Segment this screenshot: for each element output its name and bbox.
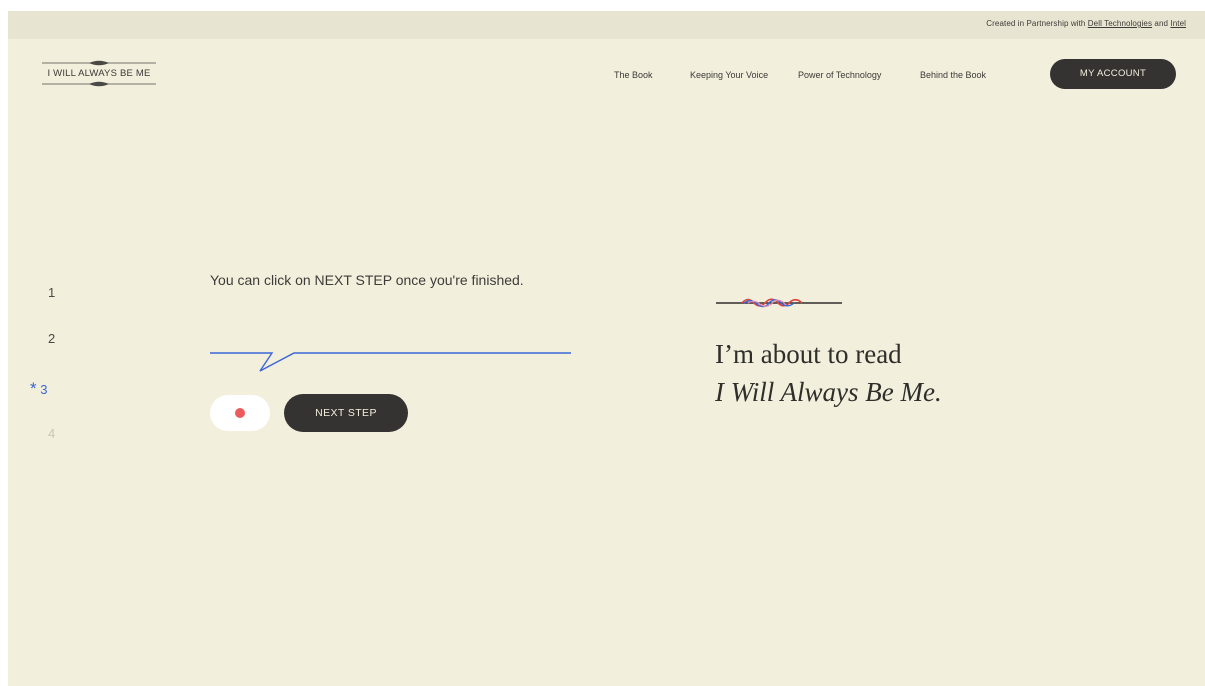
partner-conjunction: and xyxy=(1154,19,1169,28)
book-title: I Will Always Be Me. xyxy=(715,377,942,407)
partner-bar: Created in Partnership with Dell Technol… xyxy=(8,11,1205,39)
nav-power-of-technology[interactable]: Power of Technology xyxy=(798,70,881,80)
record-dot-icon xyxy=(235,408,245,418)
nav-the-book[interactable]: The Book xyxy=(614,70,653,80)
intel-link[interactable]: Intel xyxy=(1170,19,1186,28)
step-4: 4 xyxy=(48,426,56,441)
dell-technologies-link[interactable]: Dell Technologies xyxy=(1088,19,1152,28)
page: Created in Partnership with Dell Technol… xyxy=(8,11,1205,686)
step-instruction: You can click on NEXT STEP once you're f… xyxy=(210,272,524,288)
reading-statement: I’m about to read I Will Always Be Me. xyxy=(715,335,942,411)
logo-text: I WILL ALWAYS BE ME xyxy=(47,68,151,79)
site-logo[interactable]: I WILL ALWAYS BE ME xyxy=(40,59,158,89)
step-1[interactable]: 1 xyxy=(48,285,55,300)
reading-line-1: I’m about to read xyxy=(715,339,902,369)
next-step-button[interactable]: NEXT STEP xyxy=(284,394,408,432)
partner-prefix: Created in Partnership with xyxy=(986,19,1086,28)
my-account-button[interactable]: MY ACCOUNT xyxy=(1050,59,1176,89)
step-3-active[interactable]: * 3 xyxy=(30,379,47,399)
step-2[interactable]: 2 xyxy=(48,331,55,346)
voice-squiggle-icon xyxy=(716,298,842,308)
nav-behind-the-book[interactable]: Behind the Book xyxy=(920,70,986,80)
record-button[interactable] xyxy=(210,395,270,431)
audio-waveform-line xyxy=(210,352,571,372)
partner-credit: Created in Partnership with Dell Technol… xyxy=(986,19,1186,28)
step-3-label: 3 xyxy=(40,382,48,397)
active-step-asterisk-icon: * xyxy=(30,379,37,398)
nav-keeping-your-voice[interactable]: Keeping Your Voice xyxy=(690,70,768,80)
